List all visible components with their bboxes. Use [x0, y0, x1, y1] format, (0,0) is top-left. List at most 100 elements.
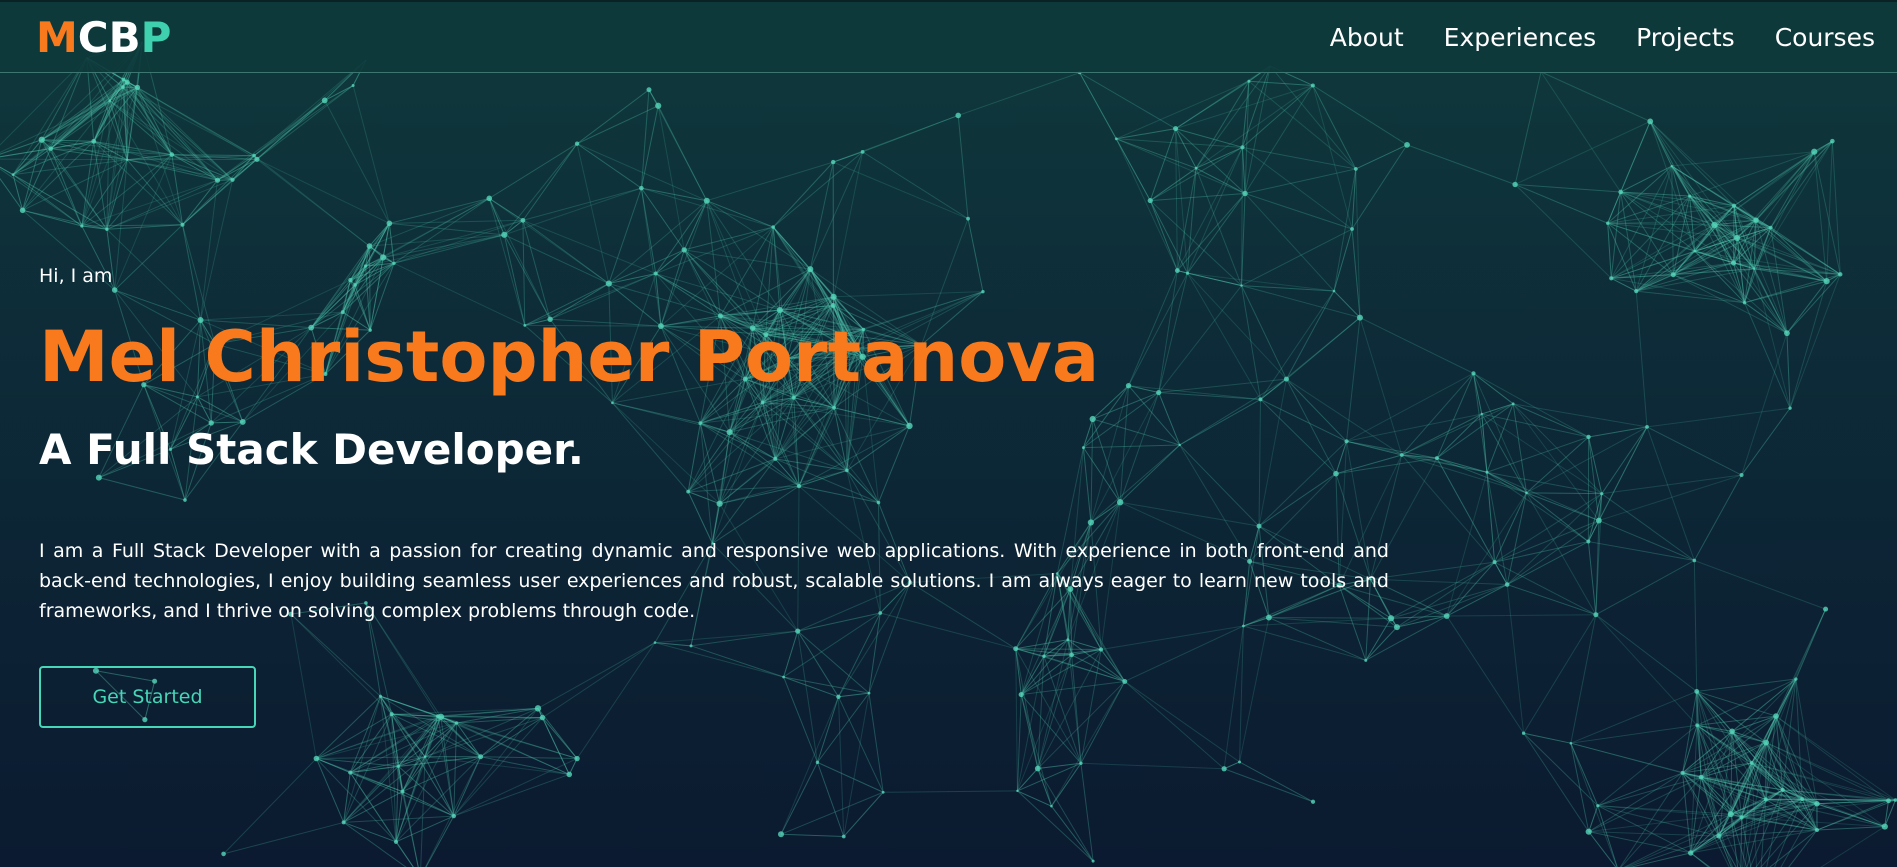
nav-link-projects[interactable]: Projects: [1636, 23, 1735, 52]
network-link: [1512, 403, 1600, 521]
network-link: [1789, 274, 1841, 409]
hero-name: Mel Christopher Portanova: [39, 316, 1100, 398]
network-node: [574, 755, 580, 762]
network-link: [576, 143, 642, 189]
network-link: [641, 187, 707, 202]
network-link: [522, 143, 578, 221]
network-node: [423, 755, 427, 758]
network-link: [1588, 813, 1731, 833]
network-link: [109, 100, 173, 155]
network-link: [1523, 732, 1599, 807]
network-link: [1690, 852, 1711, 867]
network-node: [1670, 272, 1676, 278]
network-link: [817, 761, 884, 793]
network-node: [400, 789, 405, 794]
network-link: [1079, 72, 1117, 140]
network-link: [1401, 373, 1474, 456]
network-link: [809, 162, 834, 270]
network-node: [396, 764, 400, 768]
nav-link-experiences[interactable]: Experiences: [1444, 23, 1596, 52]
network-link: [395, 815, 454, 843]
network-node: [1569, 741, 1573, 745]
network-link: [1733, 151, 1815, 207]
network-node: [881, 790, 885, 794]
network-link: [1741, 407, 1791, 476]
network-node: [1823, 606, 1829, 612]
network-node: [1586, 539, 1591, 544]
network-link: [1775, 608, 1827, 717]
network-node: [1838, 272, 1843, 277]
network-node: [830, 159, 836, 165]
network-node: [1711, 221, 1718, 229]
network-link: [182, 179, 218, 226]
network-link: [1570, 690, 1697, 744]
network-link: [424, 756, 482, 867]
network-node: [451, 813, 456, 819]
network-node: [841, 834, 846, 839]
network-link: [772, 161, 834, 228]
network-link: [256, 85, 354, 160]
network-link: [324, 85, 354, 101]
network-link: [343, 821, 397, 843]
nav-link-courses[interactable]: Courses: [1775, 23, 1875, 52]
site-logo[interactable]: MCBP: [36, 14, 171, 62]
network-node: [1811, 148, 1818, 155]
network-link: [253, 155, 370, 247]
network-link: [1649, 121, 1673, 167]
network-node: [681, 247, 687, 253]
network-node: [1504, 582, 1510, 587]
network-node: [169, 152, 175, 157]
network-node: [393, 839, 399, 844]
network-node: [1780, 787, 1785, 792]
network-node: [1593, 612, 1599, 618]
network-link: [862, 151, 969, 220]
network-node: [486, 195, 493, 202]
network-node: [1694, 689, 1700, 694]
network-link: [1242, 146, 1356, 170]
network-node: [38, 136, 45, 143]
network-link: [522, 187, 642, 221]
network-node: [1471, 371, 1476, 376]
network-link: [1570, 742, 1599, 806]
network-node: [221, 851, 226, 857]
network-node: [1525, 491, 1528, 495]
network-node: [815, 760, 820, 765]
network-link: [1507, 584, 1597, 616]
network-node: [1692, 558, 1697, 563]
network-node: [1688, 850, 1694, 856]
network-link: [683, 200, 708, 251]
network-link: [0, 166, 14, 176]
network-link: [1149, 200, 1178, 271]
network-node: [1773, 713, 1779, 719]
network-node: [1600, 492, 1604, 496]
get-started-button[interactable]: Get Started: [39, 666, 256, 728]
network-node: [1034, 765, 1041, 772]
network-node: [126, 158, 129, 161]
network-link: [453, 722, 458, 817]
network-link: [1486, 471, 1600, 522]
network-node: [1814, 801, 1820, 807]
network-node: [321, 97, 328, 104]
nav-link-about[interactable]: About: [1330, 23, 1404, 52]
network-link: [1620, 165, 1672, 193]
network-node: [351, 84, 355, 88]
network-node: [1238, 760, 1242, 764]
network-link: [1523, 614, 1597, 734]
hero-greeting: Hi, I am: [39, 265, 113, 287]
network-link: [223, 821, 344, 855]
network-link: [137, 87, 233, 181]
network-node: [1763, 797, 1768, 802]
network-node: [1698, 774, 1704, 780]
network-link: [1175, 84, 1314, 130]
network-node: [777, 831, 784, 838]
network-link: [1176, 193, 1246, 271]
network-node: [1353, 167, 1358, 171]
network-link: [1587, 426, 1648, 542]
network-node: [1521, 731, 1526, 735]
network-node: [1693, 249, 1697, 253]
network-link: [1523, 732, 1571, 744]
network-node: [1586, 434, 1591, 440]
network-node: [1800, 797, 1805, 801]
network-link: [1506, 520, 1600, 585]
network-link: [1765, 798, 1896, 801]
